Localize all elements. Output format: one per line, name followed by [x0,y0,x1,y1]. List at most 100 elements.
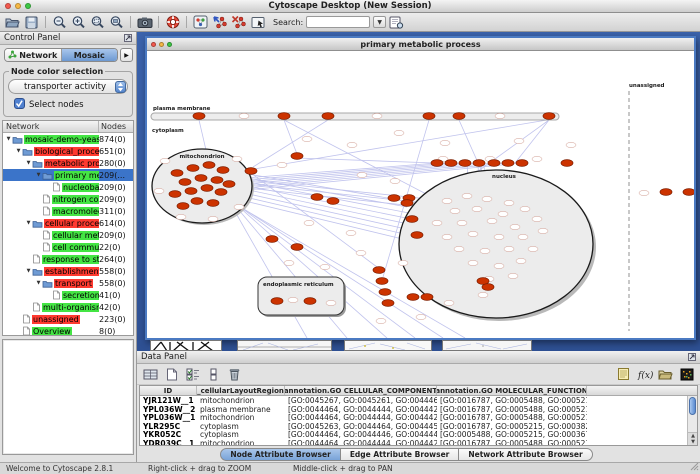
resize-grip-icon[interactable] [690,462,699,473]
table-row[interactable]: YPL036W__2plasma membrane[GO:0044464, GO… [140,405,697,414]
search-area: Search: ▼ [273,16,386,28]
frame-zoom-icon[interactable] [167,42,172,47]
attribute-table: ID_cellularLayoutRegionannotation.GO CEL… [139,385,698,446]
expand-arrow-icon[interactable]: ▼ [25,268,32,274]
network-tree-row[interactable]: cellular metabo209(0) [3,229,133,241]
network-tree-row[interactable]: multi-organism pro42(0) [3,301,133,313]
scrollbar-thumb[interactable] [689,397,696,415]
frame-titlebar[interactable]: primary metabolic process [147,38,694,51]
column-header[interactable]: _cellularLayoutRegion [197,386,285,395]
node-color-dropdown[interactable]: transporter activity [8,79,128,94]
zoom-out-icon[interactable] [51,14,68,30]
expand-arrow-icon[interactable]: ▼ [15,148,22,154]
matrix-icon[interactable] [678,366,695,382]
network-tree-row[interactable]: nitrogen compo209(0) [3,193,133,205]
table-row[interactable]: YKR052Ccytoplasm[GO:0044464, GO:0044446,… [140,430,697,439]
network-tree-row[interactable]: ▼biological_process651(0) [3,145,133,157]
table-row[interactable]: YLR295Ccytoplasm[GO:0045263, GO:0044464,… [140,422,697,431]
network-tree-row[interactable]: ▼primary metab209(... [3,169,133,181]
function-builder-icon[interactable]: f(x) [636,366,653,382]
expand-arrow-icon[interactable]: ▼ [35,280,42,286]
folder-icon [32,267,43,276]
search-input[interactable] [306,16,370,28]
node-count: 264(0) [99,255,133,264]
dropdown-stepper-icon [115,81,126,93]
network-tree-row[interactable]: ▼cellular process614(0) [3,217,133,229]
vizmapper-icon[interactable] [192,14,209,30]
tab-network-attribute-browser[interactable]: Network Attribute Browser [459,448,592,461]
tab-node-attribute-browser[interactable]: Node Attribute Browser [220,448,340,461]
network-tree-row[interactable]: unassigned223(0) [3,313,133,325]
snapshot-icon[interactable] [136,14,153,30]
expand-arrow-icon[interactable]: ▼ [25,160,32,166]
expand-arrow-icon[interactable]: ▼ [25,220,32,226]
network-tree-row[interactable]: ▼establishment of lo558(0) [3,265,133,277]
tab-mosaic[interactable]: Mosaic [61,49,118,61]
table-row[interactable]: YJR121W__1mitochondrion[GO:0045267, GO:0… [140,396,697,405]
close-window-icon[interactable] [5,3,11,9]
annotation-icon[interactable] [249,14,266,30]
zoom-fit-icon[interactable] [108,14,125,30]
network-tree-row[interactable]: cell communicat22(0) [3,241,133,253]
tab-mosaic-label: Mosaic [74,51,105,60]
network-tree-row[interactable]: ▼mosaic-demo-yeast874(0) [3,133,133,145]
destroy-view-icon[interactable] [230,14,247,30]
table-row[interactable]: YDR039C__1mitochondrion[GO:0044464, GO:0… [140,439,697,447]
network-tree-row[interactable]: ▼transport558(0) [3,277,133,289]
column-header[interactable]: annotation.GO CELLULAR_COMPONENT [285,386,437,395]
background-window[interactable] [442,340,532,351]
frame-close-icon[interactable] [151,42,156,47]
create-attribute-icon[interactable] [163,366,180,382]
network-canvas[interactable]: plasma membrane cytoplasm unassigned mit… [147,51,694,338]
delete-attribute-icon[interactable] [226,366,243,382]
network-tree-row[interactable]: secretion41(0) [3,289,133,301]
background-window[interactable] [237,340,332,351]
tree-col-network[interactable]: Network [3,121,99,132]
save-session-icon[interactable] [23,14,40,30]
table-scrollbar[interactable]: ▲▼ [687,396,697,445]
network-tree-row[interactable]: response to stimul264(0) [3,253,133,265]
search-dropdown-icon[interactable]: ▼ [373,16,386,28]
scrollbar-arrows[interactable]: ▲▼ [688,432,698,445]
tree-item-label: Overview [32,327,72,336]
notes-icon[interactable] [615,366,632,382]
minimize-window-icon[interactable] [15,3,21,9]
network-tree-row[interactable]: Overview8(0) [3,325,133,336]
main-toolbar: Search: ▼ [0,13,700,32]
help-icon[interactable] [164,14,181,30]
column-header[interactable]: ID [140,386,197,395]
network-tree-row[interactable]: nucleobase-209(0) [3,181,133,193]
background-window[interactable] [344,340,432,351]
network-tree-row[interactable]: macromolecule311(0) [3,205,133,217]
tab-overflow-icon[interactable]: ▶ [120,48,133,62]
import-attributes-icon[interactable] [657,366,674,382]
network-view-frame[interactable]: primary metabolic process [145,36,696,340]
select-attributes-icon[interactable] [184,366,201,382]
column-header[interactable]: annotation.GO MOLECULAR_FUNCTION [437,386,587,395]
file-icon [42,242,51,252]
select-nodes-checkbox[interactable] [14,98,25,112]
float-panel-icon[interactable] [688,353,696,361]
tab-edge-attribute-browser[interactable]: Edge Attribute Browser [341,448,460,461]
expand-arrow-icon[interactable]: ▼ [5,136,12,142]
cytoplasm-label: cytoplasm [152,128,184,134]
attribute-grid-icon[interactable] [142,366,159,382]
network-tree-row[interactable]: ▼metabolic process280(0) [3,157,133,169]
tab-network[interactable]: Network [5,49,61,61]
background-window[interactable] [150,340,222,351]
tree-item-label: primary metab [54,171,99,180]
table-row[interactable]: YPL036W__1mitochondrion[GO:0044464, GO:0… [140,413,697,422]
advanced-search-icon[interactable] [388,14,405,30]
zoom-selected-icon[interactable] [89,14,106,30]
create-view-icon[interactable] [211,14,228,30]
frame-minimize-icon[interactable] [159,42,164,47]
float-panel-icon[interactable] [124,34,132,42]
zoom-in-icon[interactable] [70,14,87,30]
tree-col-nodes[interactable]: Nodes [99,122,133,131]
zoom-window-icon[interactable] [25,3,31,9]
expand-arrow-icon[interactable]: ▼ [35,172,42,178]
birdseye-view[interactable] [2,339,134,455]
column-layout-icon[interactable] [205,366,222,382]
open-file-icon[interactable] [4,14,21,30]
tree-item-label: unassigned [32,315,80,324]
